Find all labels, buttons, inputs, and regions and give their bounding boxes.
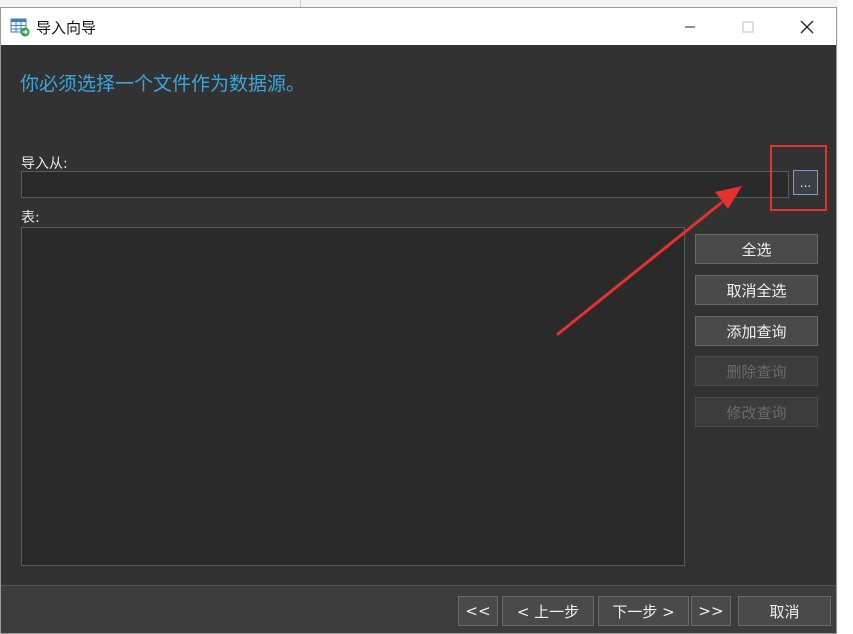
- add-query-button[interactable]: 添加查询: [695, 316, 818, 346]
- previous-step-button[interactable]: < 上一步: [502, 596, 594, 626]
- import-wizard-window: 导入向导 你必须选择一个文件作为数据源。 导入从: ... 表: 全选 取消全选…: [0, 7, 837, 634]
- wizard-footer: << < 上一步 下一步 > >> 取消: [1, 585, 836, 633]
- last-step-button[interactable]: >>: [691, 596, 731, 626]
- minimize-button[interactable]: [661, 8, 719, 45]
- close-icon: [800, 20, 814, 33]
- cancel-button[interactable]: 取消: [738, 596, 831, 626]
- window-title: 导入向导: [36, 19, 97, 37]
- wizard-content: 你必须选择一个文件作为数据源。 导入从: ... 表: 全选 取消全选 添加查询…: [1, 45, 836, 585]
- maximize-icon: [742, 21, 754, 32]
- deselect-all-button[interactable]: 取消全选: [695, 275, 818, 305]
- desktop-background-right: [838, 0, 853, 634]
- import-from-label: 导入从:: [21, 156, 68, 172]
- table-list[interactable]: [21, 227, 685, 566]
- title-bar[interactable]: 导入向导: [1, 8, 836, 45]
- import-from-input[interactable]: [21, 171, 789, 198]
- table-label: 表:: [21, 210, 40, 226]
- close-button[interactable]: [778, 8, 836, 45]
- maximize-button: [719, 8, 777, 45]
- annotation-highlight-box: [770, 145, 827, 211]
- first-step-button[interactable]: <<: [458, 596, 498, 626]
- table-import-icon: [10, 17, 30, 37]
- select-all-button[interactable]: 全选: [695, 234, 818, 264]
- next-step-button[interactable]: 下一步 >: [598, 596, 689, 626]
- minimize-icon: [685, 26, 695, 27]
- edit-query-button: 修改查询: [695, 397, 818, 427]
- delete-query-button: 删除查询: [695, 356, 818, 386]
- page-heading: 你必须选择一个文件作为数据源。: [20, 73, 306, 95]
